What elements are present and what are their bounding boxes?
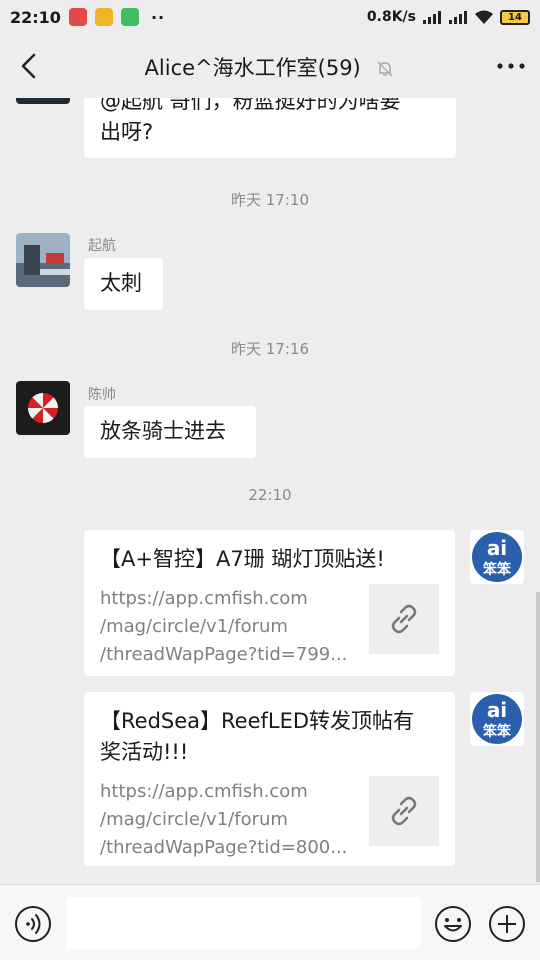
umbrella-logo-icon	[16, 381, 70, 435]
emoji-icon[interactable]	[434, 905, 472, 943]
signal-icon-2	[449, 11, 467, 24]
sender-name: 起航	[88, 238, 116, 254]
message-bubble[interactable]: 太刺	[84, 258, 163, 310]
avatar-text: ai	[487, 536, 507, 560]
network-speed: 0.8K/s	[366, 9, 416, 25]
message-text-line: 出呀?	[100, 120, 154, 144]
avatar[interactable]	[16, 233, 70, 287]
input-bar	[0, 884, 540, 960]
link-url: https://app.cmfish.com /mag/circle/v1/fo…	[100, 585, 360, 669]
message-text-line: @起航 哥们，粉蓝挺好的为啥要	[100, 98, 401, 113]
message-input[interactable]	[66, 897, 421, 949]
chat-title: Alice^海水工作室(59)	[0, 52, 540, 82]
battery-level: 14	[508, 11, 522, 23]
avatar-text: ai	[487, 698, 507, 722]
link-thumbnail	[369, 584, 439, 654]
sender-name: 陈帅	[88, 387, 116, 403]
message-bubble[interactable]: 放条骑士进去	[84, 406, 256, 458]
avatar-text-2: 笨笨	[483, 723, 512, 740]
ai-benben-logo-icon: ai 笨笨	[470, 692, 524, 746]
avatar-photo	[16, 233, 70, 287]
link-title-line: 【RedSea】ReefLED转发顶帖有	[100, 709, 415, 733]
link-url-line: /threadWapPage?tid=800...	[100, 837, 348, 858]
app-notification-icon-red	[68, 8, 87, 26]
plus-icon[interactable]	[488, 905, 526, 943]
link-url-line: /mag/circle/v1/forum	[100, 616, 288, 637]
link-title: 【A+智控】A7珊 瑚灯顶贴送!	[100, 547, 385, 571]
status-bar: 22:10 ·· 0.8K/s 14	[0, 0, 540, 34]
avatar[interactable]	[16, 381, 70, 435]
link-url-line: https://app.cmfish.com	[100, 588, 308, 609]
message-bubble[interactable]: @起航 哥们，粉蓝挺好的为啥要 出呀?	[84, 98, 456, 158]
chat-title-text: Alice^海水工作室(59)	[144, 56, 361, 80]
app-notification-icon-yellow	[94, 8, 113, 26]
link-title-line: 奖活动!!!	[100, 740, 189, 764]
link-icon	[391, 604, 417, 634]
link-url: https://app.cmfish.com /mag/circle/v1/fo…	[100, 778, 360, 862]
link-title: 【RedSea】ReefLED转发顶帖有 奖活动!!!	[100, 706, 439, 768]
avatar-text-2: 笨笨	[483, 561, 512, 578]
link-url-line: /threadWapPage?tid=799...	[100, 644, 348, 665]
status-left: 22:10 ··	[10, 8, 165, 27]
app-notification-icon-green	[120, 8, 139, 26]
link-card[interactable]: 【RedSea】ReefLED转发顶帖有 奖活动!!! https://app.…	[84, 692, 455, 866]
battery-icon: 14	[500, 9, 530, 25]
status-right: 0.8K/s 14	[367, 9, 530, 25]
wifi-icon	[475, 10, 493, 24]
signal-icon	[423, 11, 441, 24]
chat-message-list[interactable]: @起航 哥们，粉蓝挺好的为啥要 出呀? 昨天 17:10 起航 太刺 昨天 17…	[0, 98, 540, 884]
message-text: 太刺	[100, 271, 142, 295]
avatar[interactable]	[16, 98, 70, 104]
link-url-line: /mag/circle/v1/forum	[100, 809, 288, 830]
status-time: 22:10	[10, 7, 61, 27]
timestamp: 22:10	[248, 486, 292, 504]
link-icon	[391, 796, 417, 826]
chat-header: Alice^海水工作室(59)	[0, 34, 540, 98]
link-thumbnail	[369, 776, 439, 846]
more-options-icon[interactable]	[494, 54, 528, 78]
link-card[interactable]: 【A+智控】A7珊 瑚灯顶贴送! https://app.cmfish.com …	[84, 530, 455, 676]
chat-scrollbar[interactable]	[536, 592, 540, 882]
link-url-line: https://app.cmfish.com	[100, 781, 308, 802]
message-text: 放条骑士进去	[100, 419, 226, 443]
self-avatar[interactable]: ai 笨笨	[470, 692, 524, 746]
voice-input-icon[interactable]	[14, 905, 52, 943]
ai-benben-logo-icon: ai 笨笨	[470, 530, 524, 584]
timestamp: 昨天 17:16	[231, 340, 309, 358]
more-notifications-icon: ··	[150, 7, 166, 27]
timestamp: 昨天 17:10	[231, 191, 309, 209]
self-avatar[interactable]: ai 笨笨	[470, 530, 524, 584]
mute-bell-icon	[377, 61, 393, 77]
